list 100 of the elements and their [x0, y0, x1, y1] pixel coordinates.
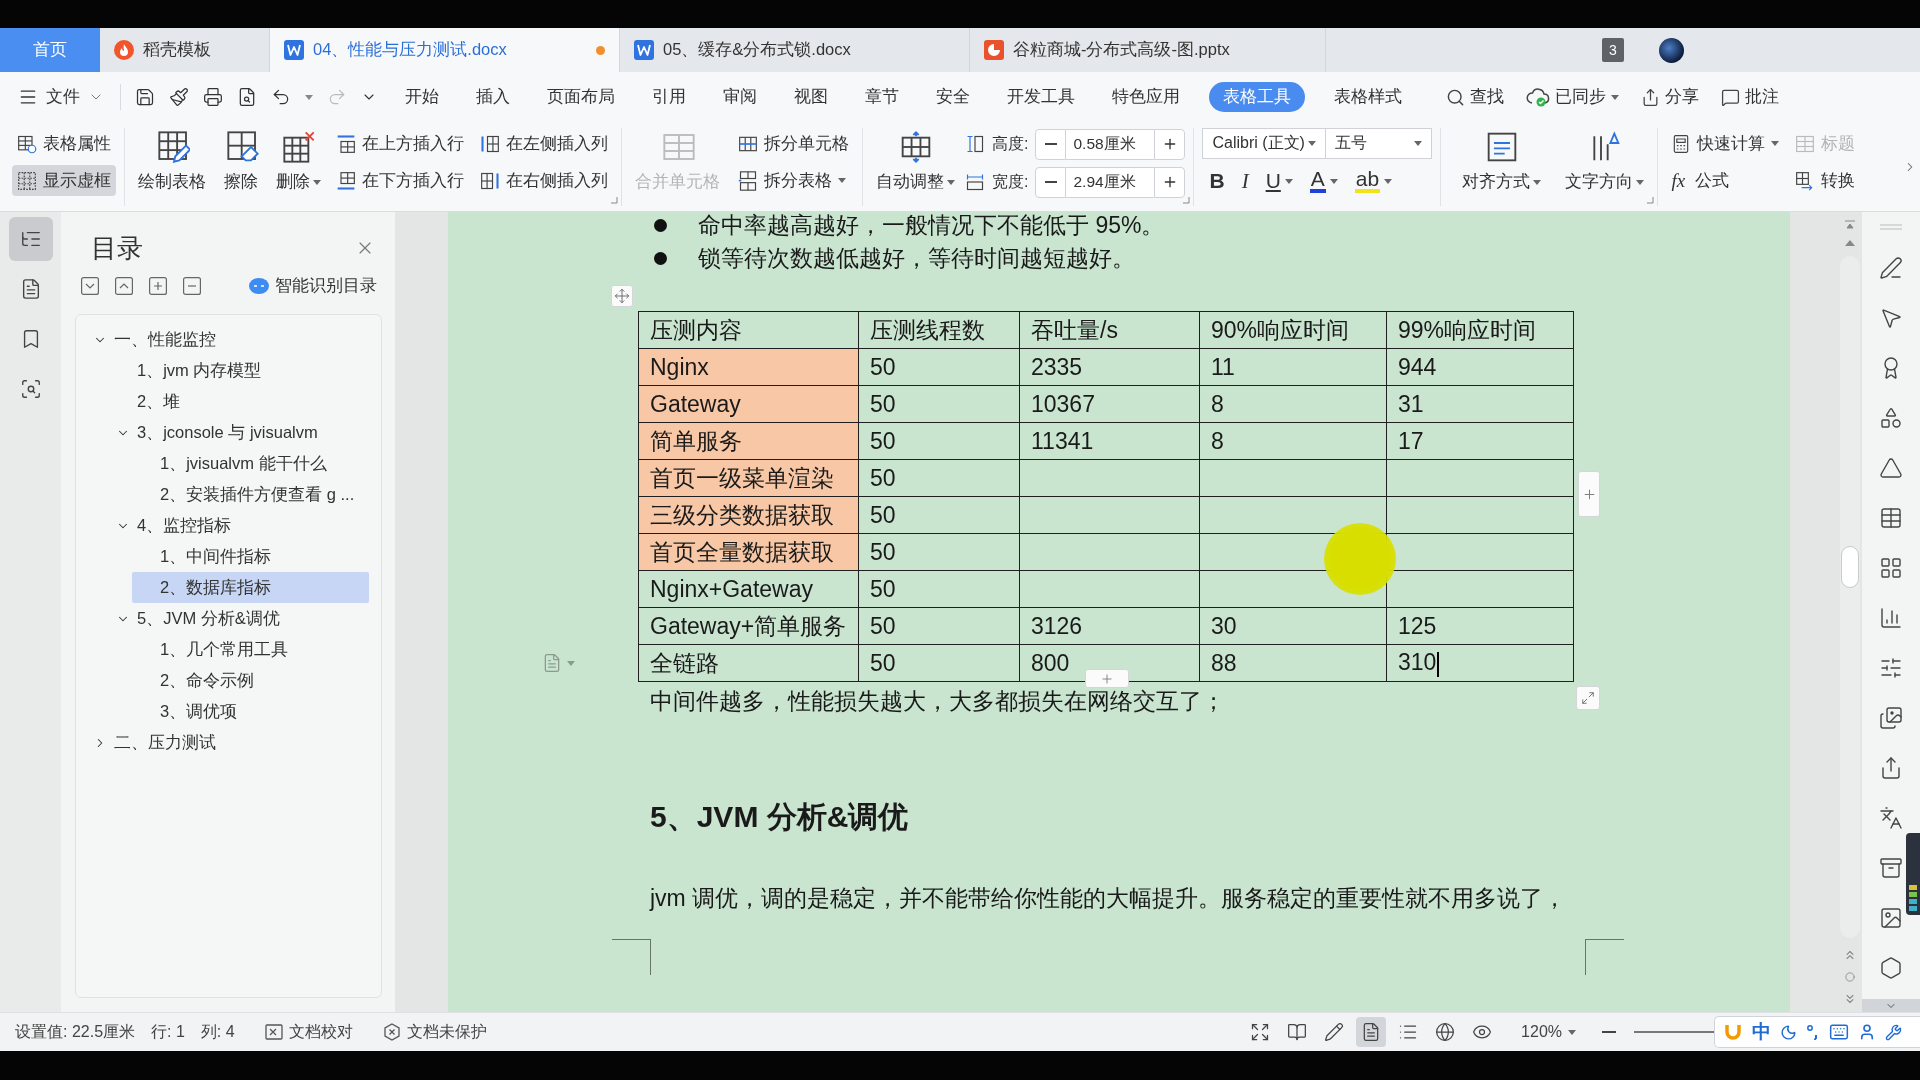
outline-item[interactable]: 2、堆	[109, 386, 369, 417]
insert-row-below-button[interactable]: 在下方插入行	[331, 165, 469, 196]
outline-item[interactable]: 1、jvisualvm 能干什么	[132, 448, 369, 479]
scrollbar-thumb[interactable]	[1841, 546, 1859, 588]
insert-row-above-button[interactable]: 在上方插入行	[331, 128, 469, 159]
image-icon[interactable]	[1879, 906, 1903, 930]
expand-icon[interactable]	[115, 277, 133, 295]
font-family-select[interactable]: Calibri (正文)	[1202, 128, 1327, 159]
font-color-button[interactable]: A	[1302, 166, 1345, 196]
outline-item[interactable]: 1、几个常用工具	[132, 634, 369, 665]
convert-button[interactable]: 转换	[1790, 165, 1861, 196]
protection-status-button[interactable]: 文档未保护	[382, 1021, 487, 1043]
autofit-button[interactable]: 自动调整	[871, 128, 960, 193]
archive-box-icon[interactable]	[1879, 856, 1903, 880]
share-icon[interactable]	[1879, 756, 1903, 780]
user-icon[interactable]	[1858, 1023, 1876, 1041]
save-icon[interactable]	[135, 87, 155, 107]
ribbon-tab[interactable]: 插入	[468, 82, 518, 112]
decrement-button[interactable]	[1035, 166, 1067, 198]
delete-button[interactable]: 删除	[271, 128, 326, 193]
ribbon-tab[interactable]: 引用	[644, 82, 694, 112]
bold-button[interactable]: B	[1202, 166, 1232, 196]
insert-column-left-button[interactable]: 在左侧插入列	[475, 128, 613, 159]
sync-button[interactable]: 已同步	[1526, 82, 1619, 112]
draw-table-button[interactable]: 绘制表格	[133, 128, 214, 193]
row-height-field[interactable]: 0.58厘米	[1066, 128, 1155, 160]
search-button[interactable]: 查找	[1446, 82, 1504, 112]
print-icon[interactable]	[203, 87, 223, 107]
increment-button[interactable]	[1154, 166, 1186, 198]
highlight-button[interactable]: ab	[1347, 166, 1400, 196]
bar-chart-icon[interactable]	[1879, 606, 1903, 630]
ribbon-tab[interactable]: 开发工具	[999, 82, 1083, 112]
ribbon-tab[interactable]: 章节	[857, 82, 907, 112]
outline-item[interactable]: 5、JVM 分析&调优	[109, 603, 369, 634]
table-icon[interactable]	[1879, 506, 1903, 530]
proofread-button[interactable]: 文档校对	[264, 1021, 353, 1043]
ribbon-tab[interactable]: 页面布局	[539, 82, 623, 112]
pointer-icon[interactable]	[1879, 306, 1903, 330]
input-mode-label[interactable]: 中	[1752, 1019, 1771, 1045]
collapse-up-icon[interactable]	[1844, 220, 1856, 230]
italic-button[interactable]: I	[1234, 166, 1256, 196]
pen-icon[interactable]	[1879, 256, 1903, 280]
plus-icon[interactable]	[149, 277, 167, 295]
ribbon-tab[interactable]: 开始	[397, 82, 447, 112]
format-painter-icon[interactable]	[169, 87, 189, 107]
erase-button[interactable]: 擦除	[219, 128, 266, 193]
document-tab[interactable]: 04、性能与压力测试.docx	[270, 28, 620, 72]
outline-item[interactable]: 3、调优项	[132, 696, 369, 727]
images-icon[interactable]	[1879, 706, 1903, 730]
outline-item[interactable]: 4、监控指标	[109, 510, 369, 541]
table-properties-button[interactable]: 表格属性	[12, 128, 116, 159]
zoom-level-dropdown[interactable]: 120%	[1521, 1023, 1576, 1041]
outline-item[interactable]: 二、压力测试	[86, 727, 369, 758]
column-width-field[interactable]: 2.94厘米	[1066, 166, 1155, 198]
table-resize-handle[interactable]	[1576, 686, 1600, 710]
share-button[interactable]: 分享	[1641, 82, 1699, 112]
font-size-select[interactable]: 五号	[1326, 128, 1433, 159]
page-view-button[interactable]	[1356, 1017, 1387, 1047]
sliders-icon[interactable]	[1879, 656, 1903, 680]
increment-button[interactable]	[1154, 128, 1186, 160]
alignment-button[interactable]: 对齐方式	[1457, 128, 1547, 193]
print-preview-icon[interactable]	[237, 87, 257, 107]
outline-item[interactable]: 3、jconsole 与 jvisualvm	[109, 417, 369, 448]
outline-item[interactable]: 2、命令示例	[132, 665, 369, 696]
split-table-button[interactable]: 拆分表格	[733, 165, 854, 196]
insert-column-right-button[interactable]: 在右侧插入列	[475, 165, 613, 196]
outline-item[interactable]: 1、中间件指标	[132, 541, 369, 572]
outline-panel-button[interactable]	[8, 217, 53, 261]
avatar-icon[interactable]	[1659, 37, 1684, 63]
ribbon-tab[interactable]: 表格样式	[1326, 82, 1410, 112]
moon-icon[interactable]	[1780, 1023, 1797, 1041]
ribbon-tab[interactable]: 审阅	[715, 82, 765, 112]
split-cells-button[interactable]: 拆分单元格	[733, 128, 854, 159]
collapse-icon[interactable]	[81, 277, 99, 295]
quick-calc-button[interactable]: 快速计算	[1666, 128, 1785, 159]
underline-button[interactable]: U	[1258, 166, 1300, 196]
outline-item[interactable]: 一、性能监控	[86, 324, 369, 355]
triangle-icon[interactable]	[1879, 456, 1903, 480]
ribbon-tab[interactable]: 特色应用	[1104, 82, 1188, 112]
app-grid-icon[interactable]	[1879, 556, 1903, 580]
ribbon-tab[interactable]: 视图	[786, 82, 836, 112]
outline-item[interactable]: 1、jvm 内存模型	[109, 355, 369, 386]
keyboard-icon[interactable]	[1829, 1022, 1849, 1042]
show-gridlines-button[interactable]: 显示虚框	[12, 165, 116, 196]
formula-button[interactable]: fx 公式	[1666, 165, 1785, 196]
outline-item[interactable]: 2、数据库指标	[132, 572, 369, 603]
punctuation-icon[interactable]	[1806, 1024, 1820, 1040]
window-count-badge[interactable]: 3	[1602, 38, 1624, 62]
file-menu-button[interactable]: 文件	[12, 81, 110, 113]
undo-icon[interactable]	[271, 87, 291, 107]
translate-icon[interactable]	[1879, 806, 1903, 830]
hexagon-icon[interactable]	[1879, 956, 1903, 980]
smart-outline-button[interactable]: 智能识别目录	[249, 275, 377, 297]
minus-icon[interactable]	[183, 277, 201, 295]
wrench-icon[interactable]	[1885, 1023, 1902, 1041]
shapes-icon[interactable]	[1879, 406, 1903, 430]
outline-item[interactable]: 2、安装插件方便查看 g ...	[132, 479, 369, 510]
comment-button[interactable]: 批注	[1721, 82, 1779, 112]
table-move-handle[interactable]	[611, 285, 633, 307]
decrement-button[interactable]	[1035, 128, 1067, 160]
